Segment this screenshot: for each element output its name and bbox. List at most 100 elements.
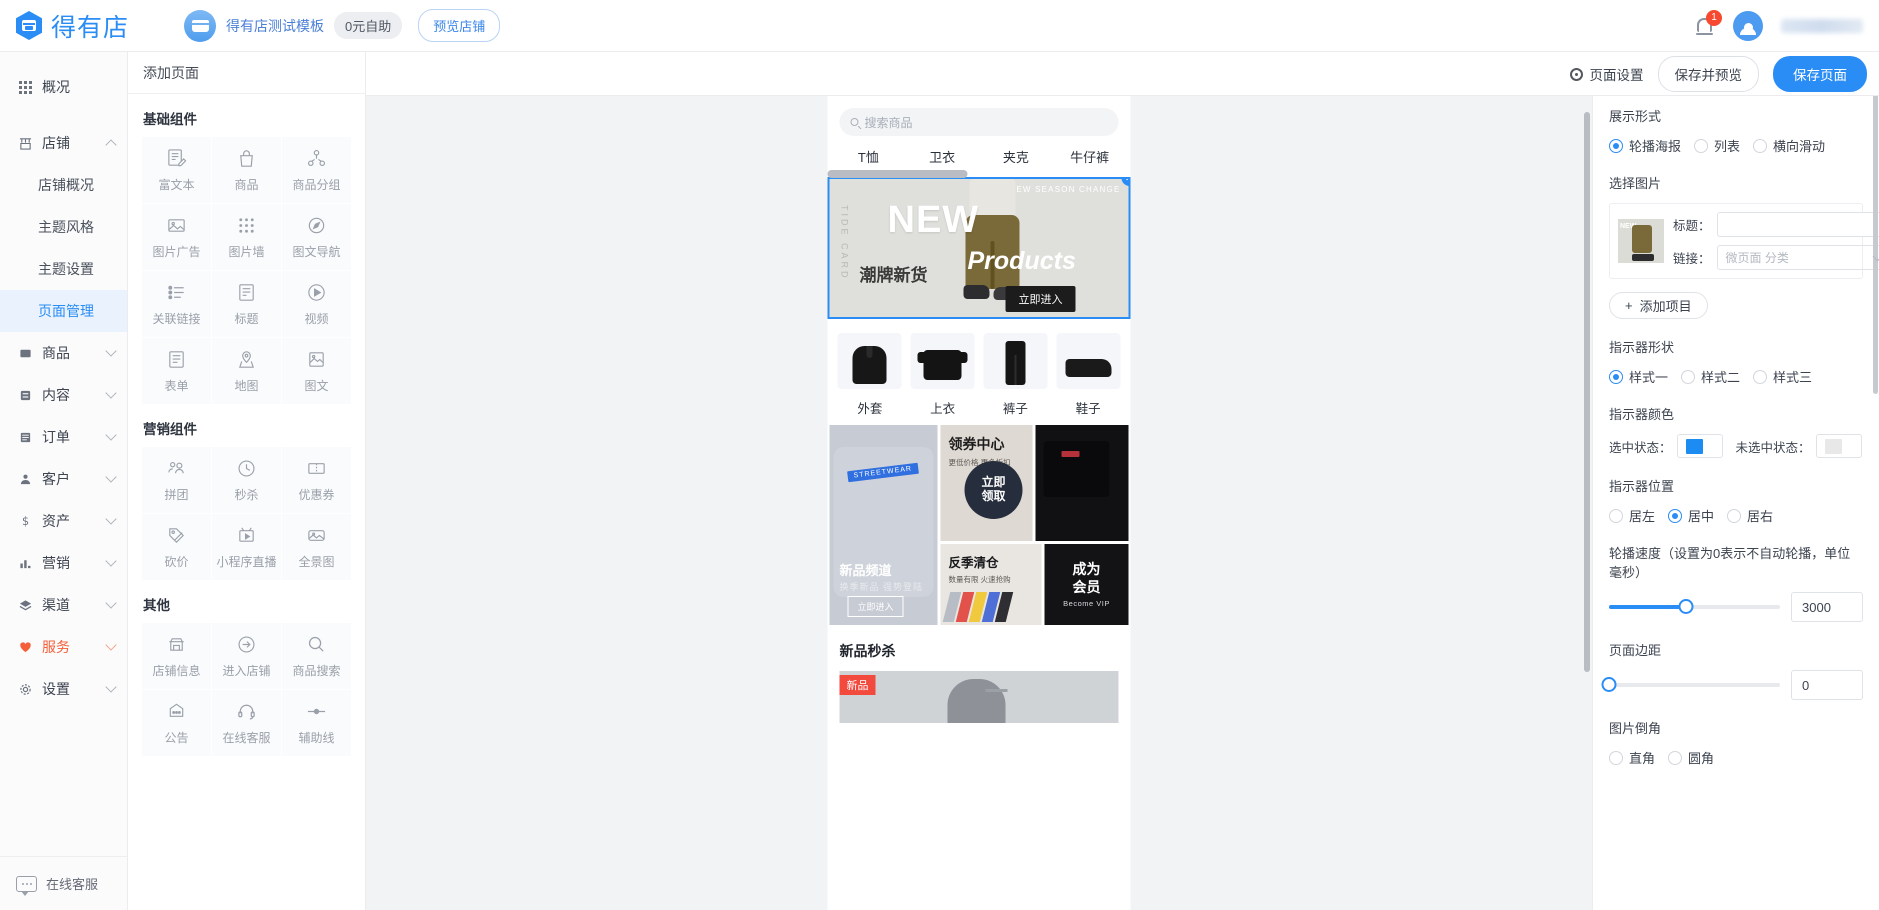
seckill-product-card[interactable]: 新品 — [839, 671, 1119, 723]
indicator-position-radio-group: 居左 居中 居右 — [1609, 506, 1863, 525]
banner-headline-en: NEW — [887, 199, 980, 241]
sidebar-item-service[interactable]: 服务 — [0, 626, 127, 668]
notification-bell-icon[interactable]: 1 — [1693, 9, 1722, 37]
component-label: 商品分组 — [292, 177, 341, 192]
sidebar-subitem-theme-settings[interactable]: 主题设置 — [0, 248, 127, 290]
component-enter-shop[interactable]: 进入店铺 — [212, 623, 281, 689]
sidebar-item-orders[interactable]: 订单 — [0, 416, 127, 458]
promo-offseason-clearance[interactable]: 反季清仓 数量有限 火速抢购 — [940, 544, 1042, 625]
radio-style-one[interactable]: 样式一 — [1609, 367, 1668, 386]
radio-align-right[interactable]: 居右 — [1727, 506, 1773, 525]
sidebar-subitem-store-overview[interactable]: 店铺概况 — [0, 164, 127, 206]
canvas-scrollbar[interactable] — [1584, 112, 1590, 672]
component-video[interactable]: 视频 — [282, 271, 351, 337]
radio-style-three[interactable]: 样式三 — [1753, 367, 1812, 386]
component-divider[interactable]: 辅助线 — [282, 690, 351, 756]
image-thumbnail[interactable]: NEW — [1618, 219, 1664, 263]
carousel-speed-value[interactable]: 3000 — [1791, 592, 1863, 622]
save-page-button[interactable]: 保存页面 — [1773, 56, 1867, 92]
component-announcement[interactable]: 公告 — [142, 690, 211, 756]
radio-round-corner[interactable]: 圆角 — [1668, 748, 1714, 767]
component-seckill[interactable]: 秒杀 — [212, 447, 281, 513]
component-mini-live[interactable]: 小程序直播 — [212, 514, 281, 580]
radio-carousel-poster[interactable]: 轮播海报 — [1609, 136, 1681, 155]
add-item-button[interactable]: + 添加项目 — [1609, 292, 1708, 319]
promo-new-arrivals[interactable]: STREETWEAR 新品频道 换季新品 强势登陆 立即进入 — [829, 425, 938, 625]
tab-jeans[interactable]: 牛仔裤 — [1053, 147, 1127, 166]
component-image-text[interactable]: 图文 — [282, 338, 351, 404]
sidebar-subitem-page-management[interactable]: 页面管理 — [0, 290, 127, 332]
component-label: 图片墙 — [228, 244, 265, 259]
coupon-claim-button[interactable]: 立即 领取 — [964, 461, 1023, 519]
page-padding-slider[interactable] — [1601, 677, 1780, 692]
radio-style-two[interactable]: 样式二 — [1681, 367, 1740, 386]
component-image-nav[interactable]: 图文导航 — [282, 204, 351, 270]
component-map[interactable]: 地图 — [212, 338, 281, 404]
sidebar-item-settings[interactable]: 设置 — [0, 668, 127, 710]
component-form[interactable]: 表单 — [142, 338, 211, 404]
tab-hoodie[interactable]: 卫衣 — [905, 147, 979, 166]
sidebar-item-goods[interactable]: 商品 — [0, 332, 127, 374]
category-pants[interactable]: 裤子 — [979, 333, 1052, 417]
promo-cta-button[interactable]: 立即进入 — [847, 596, 904, 617]
component-goods-search[interactable]: 商品搜索 — [282, 623, 351, 689]
preview-banner-wrap: ✕ TIDE CARD NEW SEASON CHANGE NEW Produc… — [827, 170, 1131, 319]
link-select[interactable]: 微页面 分类 — [1716, 245, 1879, 270]
component-goods-group[interactable]: 商品分组 — [282, 137, 351, 203]
component-coupon[interactable]: 优惠券 — [282, 447, 351, 513]
component-title[interactable]: 标题 — [212, 271, 281, 337]
sidebar-subitem-label: 店铺概况 — [38, 177, 94, 193]
radio-align-left[interactable]: 居左 — [1609, 506, 1655, 525]
search-input[interactable]: 搜索商品 — [839, 108, 1119, 136]
sidebar-item-customers[interactable]: 客户 — [0, 458, 127, 500]
carousel-speed-slider[interactable] — [1609, 599, 1780, 614]
online-service-button[interactable]: 在线客服 — [0, 856, 127, 910]
avatar[interactable] — [1733, 10, 1763, 41]
radio-list[interactable]: 列表 — [1694, 136, 1740, 155]
sidebar-item-marketing[interactable]: 营销 — [0, 542, 127, 584]
component-group-buy[interactable]: 拼团 — [142, 447, 211, 513]
page-settings-button[interactable]: 页面设置 — [1569, 64, 1644, 84]
tab-jacket[interactable]: 夹克 — [979, 147, 1053, 166]
page-padding-value[interactable]: 0 — [1791, 670, 1863, 700]
promo-coupon-center[interactable]: 领券中心 更低价格 更多折扣 立即 领取 — [940, 425, 1033, 541]
promo-tee-image[interactable] — [1035, 425, 1129, 541]
tab-tshirt[interactable]: T恤 — [832, 147, 906, 166]
component-related-links[interactable]: 关联链接 — [142, 271, 211, 337]
title-input[interactable] — [1716, 212, 1879, 237]
properties-scrollbar[interactable] — [1873, 94, 1878, 394]
sidebar-item-channels[interactable]: 渠道 — [0, 584, 127, 626]
promo-become-vip[interactable]: 成为 会员 Become VIP — [1044, 544, 1129, 625]
selected-image-ad-component[interactable]: ✕ TIDE CARD NEW SEASON CHANGE NEW Produc… — [827, 177, 1131, 319]
banner-cta-button[interactable]: 立即进入 — [1005, 286, 1076, 312]
component-image-ad[interactable]: 图片广告 — [142, 204, 211, 270]
preview-store-button[interactable]: 预览店铺 — [418, 9, 501, 42]
brand-logo[interactable]: 得有店 — [0, 8, 158, 44]
sidebar-item-content[interactable]: 内容 — [0, 374, 127, 416]
component-image-wall[interactable]: 图片墙 — [212, 204, 281, 270]
component-bargain[interactable]: 砍价 — [142, 514, 211, 580]
component-panorama[interactable]: 全景图 — [282, 514, 351, 580]
close-icon[interactable]: ✕ — [1121, 179, 1129, 186]
store-chip[interactable]: 得有店测试模板 0元自助 — [184, 9, 403, 42]
selected-color-picker[interactable] — [1676, 434, 1723, 458]
category-tops[interactable]: 上衣 — [906, 333, 979, 417]
component-online-service[interactable]: 在线客服 — [212, 690, 281, 756]
save-and-preview-button[interactable]: 保存并预览 — [1657, 56, 1759, 92]
preview-search-component[interactable]: 搜索商品 — [827, 96, 1131, 144]
category-outerwear[interactable]: 外套 — [834, 333, 907, 417]
sidebar-item-assets[interactable]: $ 资产 — [0, 500, 127, 542]
component-shop-info[interactable]: 店铺信息 — [142, 623, 211, 689]
component-goods[interactable]: 商品 — [212, 137, 281, 203]
radio-align-center[interactable]: 居中 — [1668, 506, 1714, 525]
sidebar-item-store[interactable]: 店铺 — [0, 122, 127, 164]
sidebar-item-overview[interactable]: 概况 — [0, 66, 127, 108]
sidebar-subitem-theme-style[interactable]: 主题风格 — [0, 206, 127, 248]
category-shoes[interactable]: 鞋子 — [1052, 333, 1125, 417]
image-item-row[interactable]: NEW 标题： 链接： 微页面 分类 — [1609, 203, 1879, 279]
component-drag-handle[interactable] — [827, 170, 968, 178]
unselected-color-picker[interactable] — [1815, 434, 1862, 458]
component-rich-text[interactable]: 富文本 — [142, 137, 211, 203]
radio-square-corner[interactable]: 直角 — [1609, 748, 1655, 767]
radio-horizontal-slide[interactable]: 横向滑动 — [1753, 136, 1825, 155]
